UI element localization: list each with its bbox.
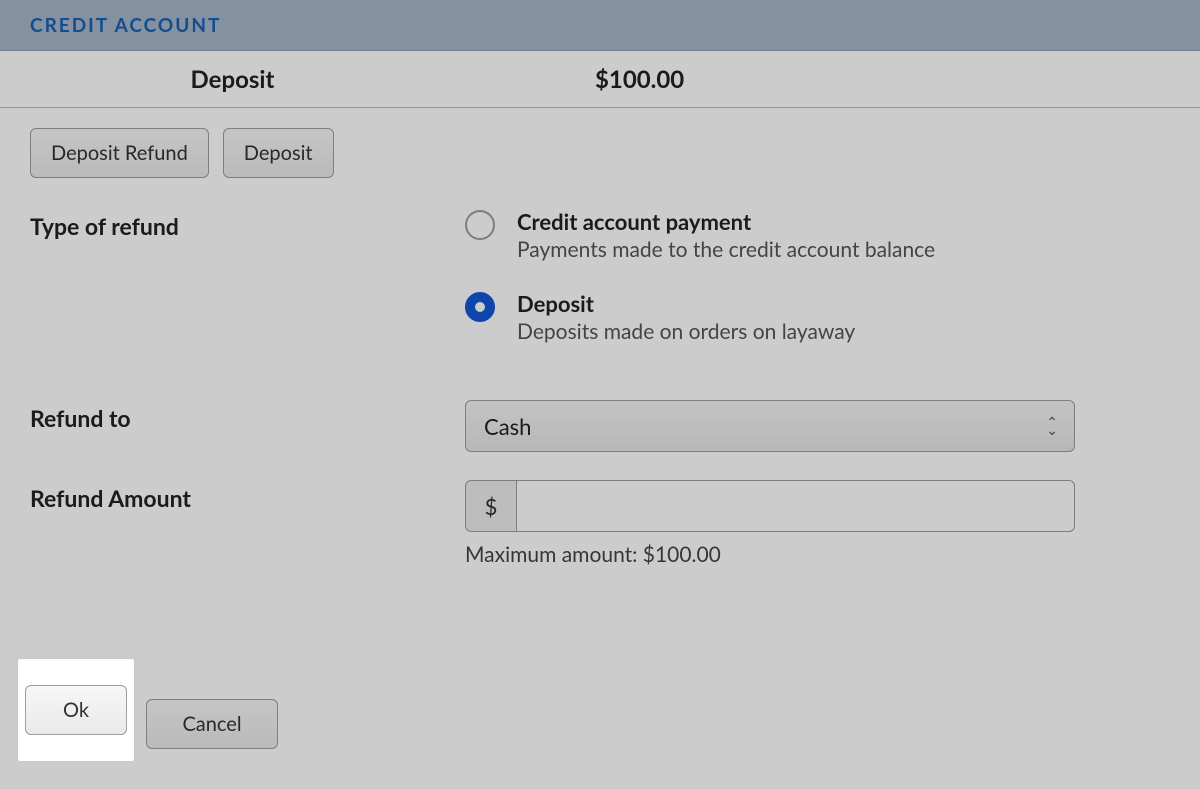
radio-icon[interactable] bbox=[465, 210, 495, 240]
refund-option-deposit[interactable]: Deposit Deposits made on orders on layaw… bbox=[465, 290, 1170, 344]
summary-row: Deposit $100.00 bbox=[0, 51, 1200, 108]
refund-to-label: Refund to bbox=[30, 400, 465, 432]
credit-account-panel: CREDIT ACCOUNT Deposit $100.00 Deposit R… bbox=[0, 0, 1200, 789]
refund-to-value: Cash bbox=[484, 413, 531, 440]
deposit-tab[interactable]: Deposit bbox=[223, 128, 334, 178]
refund-to-select[interactable]: Cash ⌃⌄ bbox=[465, 400, 1075, 452]
type-of-refund-row: Type of refund Credit account payment Pa… bbox=[30, 208, 1170, 372]
deposit-refund-tab[interactable]: Deposit Refund bbox=[30, 128, 209, 178]
refund-to-row: Refund to Cash ⌃⌄ bbox=[30, 400, 1170, 452]
refund-amount-row: Refund Amount $ Maximum amount: $100.00 bbox=[30, 480, 1170, 567]
ok-highlight: Ok bbox=[18, 659, 134, 761]
header-title: CREDIT ACCOUNT bbox=[30, 14, 221, 37]
max-amount-text: Maximum amount: $100.00 bbox=[465, 542, 1170, 567]
chevron-updown-icon: ⌃⌄ bbox=[1046, 418, 1058, 434]
cancel-button[interactable]: Cancel bbox=[146, 699, 278, 749]
form-body: Deposit Refund Deposit Type of refund Cr… bbox=[0, 108, 1200, 567]
summary-type: Deposit bbox=[191, 65, 275, 94]
summary-amount: $100.00 bbox=[595, 65, 684, 94]
tabs-row: Deposit Refund Deposit bbox=[30, 128, 1170, 178]
header-bar: CREDIT ACCOUNT bbox=[0, 0, 1200, 51]
refund-amount-input[interactable] bbox=[516, 480, 1075, 532]
refund-amount-input-group: $ bbox=[465, 480, 1075, 532]
option-title: Credit account payment bbox=[517, 208, 935, 235]
option-desc: Deposits made on orders on layaway bbox=[517, 319, 855, 344]
refund-option-credit-payment[interactable]: Credit account payment Payments made to … bbox=[465, 208, 1170, 262]
ok-button[interactable]: Ok bbox=[25, 685, 127, 735]
option-desc: Payments made to the credit account bala… bbox=[517, 237, 935, 262]
refund-amount-label: Refund Amount bbox=[30, 480, 465, 512]
type-of-refund-label: Type of refund bbox=[30, 208, 465, 240]
option-title: Deposit bbox=[517, 290, 855, 317]
currency-addon: $ bbox=[465, 480, 516, 532]
radio-icon[interactable] bbox=[465, 292, 495, 322]
